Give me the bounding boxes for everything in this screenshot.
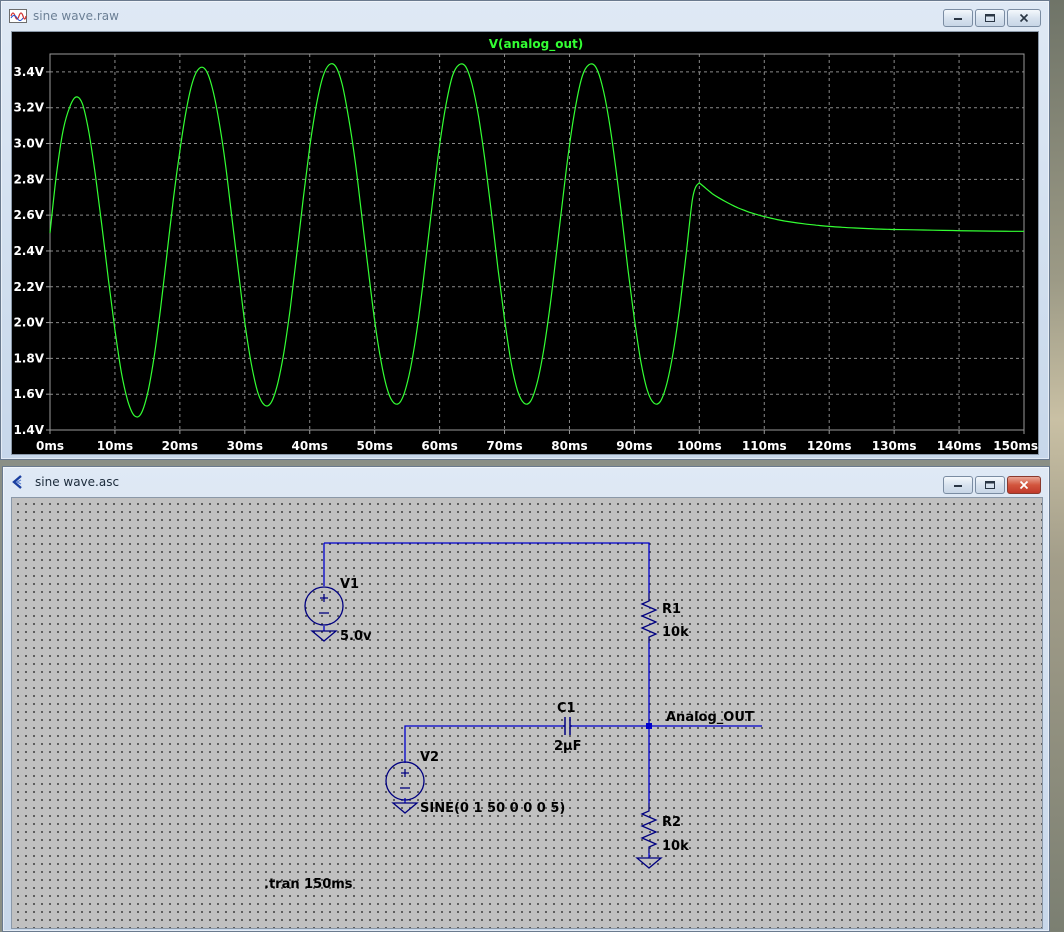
waveform-viewer[interactable]: V(analog_out) 0ms 10ms 20ms 30ms 40ms 50ms 60m… (11, 31, 1039, 455)
y-tick-label: 2.6V (13, 208, 44, 222)
maximize-icon (985, 14, 995, 22)
junction-dot[interactable] (646, 723, 652, 729)
y-axis-ticks: 1.4V 1.6V 1.8V 2.0V 2.2V 2.4V 2.6V 2.8V 3.0V 3.2V… (13, 65, 50, 437)
plot-window[interactable]: sine wave.raw V(analog_out) 0ms 10ms 20ms 3… (0, 0, 1050, 460)
x-tick-label: 40ms (292, 439, 328, 453)
series-line-analog-out[interactable] (49, 63, 1024, 418)
x-tick-label: 90ms (616, 439, 652, 453)
x-tick-label: 150ms (993, 439, 1038, 453)
x-tick-label: 20ms (162, 439, 198, 453)
c1-label[interactable]: C1 (557, 701, 576, 716)
r2-value[interactable]: 10k (662, 839, 689, 854)
r2-label[interactable]: R2 (662, 815, 681, 830)
plot-grid (50, 54, 1024, 430)
resistor-r2[interactable] (635, 803, 663, 869)
close-button[interactable] (1007, 476, 1041, 494)
wire-top[interactable] (323, 542, 650, 593)
v1-label[interactable]: V1 (340, 577, 359, 592)
series-layer (49, 63, 1024, 418)
maximize-button[interactable] (975, 9, 1005, 27)
desktop-background (1050, 0, 1064, 932)
plot-frame (49, 53, 1025, 431)
waveform-icon (9, 8, 27, 24)
v2-label[interactable]: V2 (420, 750, 439, 765)
schematic-window[interactable]: sine wave.asc V1 5.0v R1 10k C1 2µF Anal… (2, 466, 1050, 932)
schematic-canvas[interactable]: V1 5.0v R1 10k C1 2µF Analog_OUT V2 SINE… (11, 497, 1043, 929)
x-tick-label: 80ms (551, 439, 587, 453)
x-tick-label: 100ms (677, 439, 722, 453)
v2-value[interactable]: SINE(0 1 50 0 0 0 5) (420, 801, 565, 816)
close-button[interactable] (1007, 9, 1041, 27)
resistor-r1[interactable] (640, 593, 658, 643)
x-tick-label: 110ms (742, 439, 787, 453)
x-tick-label: 130ms (872, 439, 917, 453)
y-tick-label: 3.2V (13, 101, 44, 115)
y-tick-label: 3.0V (13, 137, 44, 151)
x-tick-label: 70ms (486, 439, 522, 453)
minimize-icon (954, 485, 962, 487)
close-icon (1019, 480, 1029, 490)
x-tick-label: 0ms (36, 439, 64, 453)
ltspice-schematic-icon (11, 474, 29, 490)
maximize-icon (985, 481, 995, 489)
x-tick-label: 10ms (97, 439, 133, 453)
y-tick-label: 2.2V (13, 280, 44, 294)
trace-title[interactable]: V(analog_out) (489, 37, 583, 52)
plot-window-title: sine wave.raw (33, 9, 119, 23)
y-tick-label: 1.6V (13, 387, 44, 401)
close-icon (1019, 13, 1029, 23)
r1-value[interactable]: 10k (662, 625, 689, 640)
x-tick-label: 50ms (356, 439, 392, 453)
minimize-button[interactable] (943, 9, 973, 27)
r1-label[interactable]: R1 (662, 602, 681, 617)
plot-window-titlebar[interactable]: sine wave.raw (1, 1, 1049, 31)
schematic-window-titlebar[interactable]: sine wave.asc (3, 467, 1049, 497)
y-tick-label: 1.8V (13, 351, 44, 365)
y-tick-label: 2.0V (13, 316, 44, 330)
waveform-plot[interactable]: V(analog_out) 0ms 10ms 20ms 30ms 40ms 50ms 60m… (12, 32, 1040, 456)
x-tick-label: 30ms (227, 439, 263, 453)
x-tick-label: 60ms (421, 439, 457, 453)
y-tick-label: 2.4V (13, 244, 44, 258)
maximize-button[interactable] (975, 476, 1005, 494)
v1-value[interactable]: 5.0v (340, 629, 372, 644)
capacitor-c1[interactable] (563, 717, 572, 735)
net-label-analog-out[interactable]: Analog_OUT (666, 710, 754, 725)
plot-area-border (49, 53, 1025, 431)
minimize-icon (954, 18, 962, 20)
voltage-source-v1[interactable] (304, 586, 344, 642)
y-tick-label: 3.4V (13, 65, 44, 79)
c1-value[interactable]: 2µF (554, 739, 582, 754)
spice-directive[interactable]: .tran 150ms (264, 877, 353, 892)
y-tick-label: 2.8V (13, 172, 44, 186)
x-tick-label: 120ms (807, 439, 852, 453)
voltage-source-v2[interactable] (385, 761, 425, 814)
y-tick-label: 1.4V (13, 423, 44, 437)
x-tick-label: 140ms (937, 439, 982, 453)
x-axis-ticks: 0ms 10ms 20ms 30ms 40ms 50ms 60ms 70ms 80ms 90ms 1… (36, 430, 1038, 453)
schematic-window-title: sine wave.asc (35, 475, 120, 489)
minimize-button[interactable] (943, 476, 973, 494)
schematic-drawing[interactable]: V1 5.0v R1 10k C1 2µF Analog_OUT V2 SINE… (12, 498, 1042, 930)
